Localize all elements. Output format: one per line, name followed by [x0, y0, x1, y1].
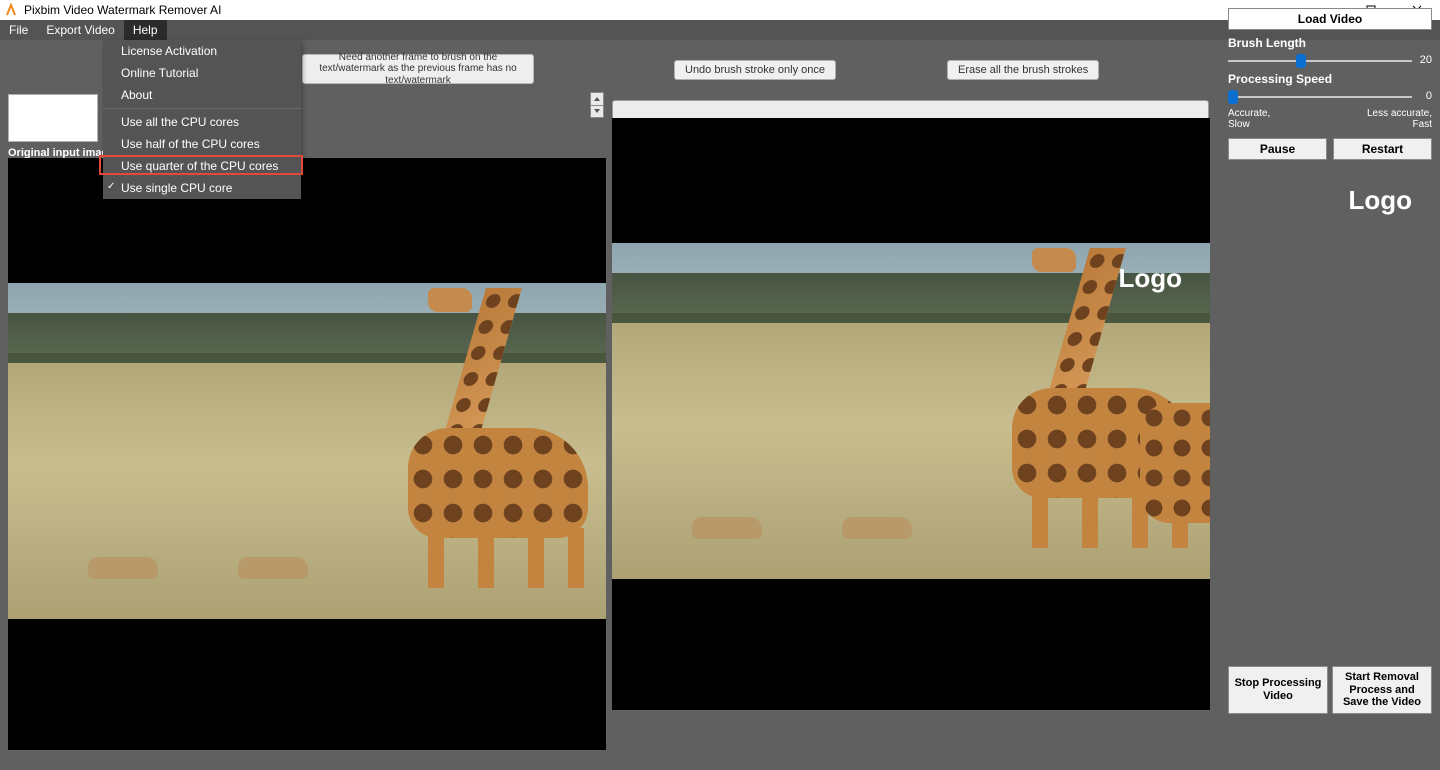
speed-left-a: Accurate,: [1228, 108, 1270, 119]
start-removal-button[interactable]: Start Removal Process and Save the Video: [1332, 666, 1432, 714]
menu-export-video[interactable]: Export Video: [37, 20, 124, 40]
chevron-up-icon: [594, 97, 600, 101]
spinner-up-button[interactable]: [591, 93, 603, 106]
chevron-down-icon: [594, 109, 600, 113]
menu-item-cpu-single[interactable]: Use single CPU core: [103, 177, 301, 199]
original-image-panel[interactable]: [8, 158, 606, 750]
brush-length-label: Brush Length: [1228, 36, 1432, 50]
processing-speed-label: Processing Speed: [1228, 72, 1432, 86]
speed-left-b: Slow: [1228, 119, 1270, 130]
menu-item-license-activation[interactable]: License Activation: [103, 40, 301, 62]
erase-brush-button[interactable]: Erase all the brush strokes: [947, 60, 1099, 80]
processing-speed-value: 0: [1426, 90, 1432, 102]
window-title: Pixbim Video Watermark Remover AI: [24, 3, 221, 17]
stop-processing-button[interactable]: Stop Processing Video: [1228, 666, 1328, 714]
brush-slider-thumb[interactable]: [1296, 54, 1306, 68]
menu-item-cpu-all[interactable]: Use all the CPU cores: [103, 111, 301, 133]
brush-length-value: 20: [1420, 54, 1432, 66]
undo-brush-button[interactable]: Undo brush stroke only once: [674, 60, 836, 80]
hint-button[interactable]: Need another frame to brush on the text/…: [302, 54, 534, 84]
original-image: [8, 283, 606, 619]
frame-spinner: [590, 92, 604, 118]
app-logo-icon: [4, 3, 18, 17]
restart-button[interactable]: Restart: [1333, 138, 1432, 160]
speed-right-a: Less accurate,: [1367, 108, 1432, 119]
menu-file[interactable]: File: [0, 20, 37, 40]
frame-input[interactable]: [612, 100, 1209, 120]
sidebar: Load Video Brush Length 20 Processing Sp…: [1220, 0, 1440, 730]
frame-thumbnail[interactable]: [8, 94, 98, 142]
speed-right-b: Fast: [1367, 119, 1432, 130]
menu-separator: [103, 108, 301, 109]
processing-speed-slider[interactable]: 0: [1228, 90, 1432, 104]
menu-item-online-tutorial[interactable]: Online Tutorial: [103, 62, 301, 84]
brush-length-slider[interactable]: 20: [1228, 54, 1432, 68]
menu-item-cpu-half[interactable]: Use half of the CPU cores: [103, 133, 301, 155]
speed-slider-thumb[interactable]: [1228, 90, 1238, 104]
processed-image-panel[interactable]: Logo: [612, 118, 1210, 710]
spinner-down-button[interactable]: [591, 106, 603, 118]
help-dropdown: License Activation Online Tutorial About…: [103, 40, 301, 199]
menu-item-about[interactable]: About: [103, 84, 301, 106]
speed-scale-labels: Accurate, Slow Less accurate, Fast: [1228, 108, 1432, 130]
pause-button[interactable]: Pause: [1228, 138, 1327, 160]
menu-item-cpu-quarter[interactable]: Use quarter of the CPU cores: [103, 155, 301, 177]
load-video-button[interactable]: Load Video: [1228, 8, 1432, 30]
menu-help[interactable]: Help: [124, 20, 167, 40]
logo-watermark-processed: Logo: [1118, 263, 1182, 294]
